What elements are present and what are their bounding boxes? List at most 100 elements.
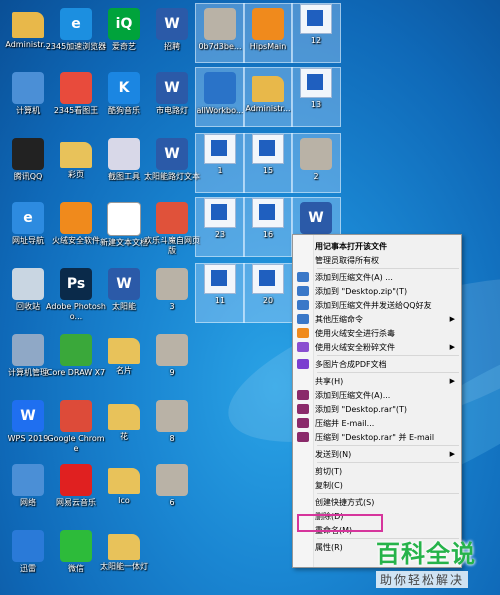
desktop-icon-label: 20 bbox=[262, 296, 274, 305]
desktop-icon[interactable]: 计算机 bbox=[4, 68, 52, 126]
desktop-icon[interactable]: HipsMain bbox=[243, 3, 293, 63]
desktop-icon[interactable]: Core DRAW X7 bbox=[47, 330, 105, 388]
desktop-icon[interactable]: W 太阳能路灯文本 bbox=[144, 134, 200, 192]
context-menu-item[interactable]: 创建快捷方式(S) bbox=[293, 495, 461, 509]
context-menu-item-label: 创建快捷方式(S) bbox=[315, 497, 375, 507]
watermark-title: 百科全说 bbox=[376, 540, 476, 568]
desktop-icon-label: 8 bbox=[169, 434, 175, 443]
desktop-icon[interactable]: 3 bbox=[148, 264, 196, 322]
desktop-icon[interactable]: 9 bbox=[148, 330, 196, 388]
context-menu-item[interactable]: 添加到 "Desktop.zip"(T) bbox=[293, 284, 461, 298]
context-menu-item-label: 复制(C) bbox=[315, 480, 343, 490]
desktop-icon[interactable]: 0b7d3be... bbox=[195, 3, 245, 63]
context-menu-item[interactable]: 剪切(T) bbox=[293, 464, 461, 478]
folder-icon bbox=[108, 468, 140, 494]
context-menu-item[interactable]: 压缩到 "Desktop.rar" 并 E-mail bbox=[293, 430, 461, 444]
desktop-icon[interactable]: 20 bbox=[243, 263, 293, 323]
photo-viewer-icon bbox=[60, 72, 92, 104]
archive-icon bbox=[297, 286, 309, 296]
desktop-icon[interactable]: 1 bbox=[195, 133, 245, 193]
context-menu-item[interactable]: 压缩并 E-mail... bbox=[293, 416, 461, 430]
desktop-icon[interactable]: 15 bbox=[243, 133, 293, 193]
word-doc-icon: W bbox=[108, 268, 140, 300]
context-menu-item[interactable]: 管理员取得所有权 bbox=[293, 253, 461, 267]
context-menu-item[interactable]: 添加到压缩文件(A)... bbox=[293, 388, 461, 402]
desktop-icon[interactable]: 截图工具 bbox=[100, 134, 148, 192]
desktop-icon[interactable]: e 网址导航 bbox=[4, 198, 52, 256]
context-menu-item[interactable]: 复制(C) bbox=[293, 478, 461, 492]
desktop-icon[interactable]: allWorkbo... bbox=[195, 67, 245, 127]
context-menu-item-label: 发送到(N) bbox=[315, 449, 352, 459]
network-icon bbox=[12, 464, 44, 496]
image-thumb-icon bbox=[156, 268, 188, 300]
desktop-icon[interactable]: 微信 bbox=[52, 526, 100, 584]
wechat-icon bbox=[60, 530, 92, 562]
context-menu-item[interactable]: 共享(H) ▶ bbox=[293, 374, 461, 388]
desktop-icon[interactable]: 腾讯QQ bbox=[4, 134, 52, 192]
context-menu-item[interactable]: 添加到 "Desktop.rar"(T) bbox=[293, 402, 461, 416]
qq-icon bbox=[12, 138, 44, 170]
rar-icon bbox=[297, 404, 309, 414]
fire-shield-icon bbox=[252, 8, 284, 40]
desktop-icon[interactable]: 彩页 bbox=[52, 134, 100, 192]
context-menu-item[interactable]: 其他压缩命令 ▶ bbox=[293, 312, 461, 326]
desktop-icon[interactable]: 计算机管理 bbox=[4, 330, 52, 388]
context-menu-item[interactable]: 用记事本打开该文件 bbox=[293, 239, 461, 253]
doc-thumb-icon bbox=[204, 264, 236, 294]
context-menu-item[interactable]: 使用火绒安全粉碎文件 ▶ bbox=[293, 340, 461, 354]
folder-icon bbox=[60, 142, 92, 168]
desktop-icon[interactable]: 13 bbox=[291, 67, 341, 127]
browser-icon: e bbox=[60, 8, 92, 40]
desktop-icon[interactable]: Administr... bbox=[4, 4, 52, 62]
desktop-icon[interactable]: 花 bbox=[100, 396, 148, 454]
menu-item-blank-icon bbox=[297, 241, 309, 251]
desktop-icon[interactable]: 12 bbox=[291, 3, 341, 63]
context-menu-item-label: 共享(H) bbox=[315, 376, 344, 386]
word-doc-icon: W bbox=[156, 72, 188, 104]
desktop-icon[interactable]: 网易云音乐 bbox=[52, 460, 100, 518]
desktop-icon[interactable]: 欢乐斗魔自网页版 bbox=[144, 198, 200, 256]
desktop-icon[interactable]: 23 bbox=[195, 197, 245, 257]
menu-item-blank-icon bbox=[297, 480, 309, 490]
context-menu-item[interactable]: 发送到(N) ▶ bbox=[293, 447, 461, 461]
desktop-icon[interactable]: 太阳能一体灯 bbox=[100, 526, 148, 584]
desktop-icon[interactable]: K 酷狗音乐 bbox=[100, 68, 148, 126]
archive-icon bbox=[297, 314, 309, 324]
desktop-icon[interactable]: e 2345加速浏览器 bbox=[46, 4, 106, 62]
desktop-icon[interactable]: 网络 bbox=[4, 460, 52, 518]
desktop-icon[interactable]: 6 bbox=[148, 460, 196, 518]
doc-thumb-icon bbox=[252, 198, 284, 228]
desktop-icon[interactable]: 8 bbox=[148, 396, 196, 454]
desktop-icon-label: 16 bbox=[262, 230, 274, 239]
desktop-icon[interactable]: 名片 bbox=[100, 330, 148, 388]
desktop-icon[interactable]: 16 bbox=[243, 197, 293, 257]
context-menu-item[interactable]: 添加到压缩文件(A) ... bbox=[293, 270, 461, 284]
image-thumb-icon bbox=[300, 138, 332, 170]
desktop-icon[interactable]: Ico bbox=[100, 460, 148, 518]
archive-icon bbox=[297, 300, 309, 310]
desktop-icon[interactable]: Google Chrome bbox=[47, 396, 105, 454]
context-menu-item[interactable]: 多图片合成PDF文档 bbox=[293, 357, 461, 371]
desktop-icon[interactable]: Administr... bbox=[243, 67, 293, 127]
context-menu-item-label: 添加到压缩文件(A) ... bbox=[315, 272, 393, 282]
desktop-icon[interactable]: W 市电路灯 bbox=[148, 68, 196, 126]
netease-music-icon bbox=[60, 464, 92, 496]
menu-item-blank-icon bbox=[297, 449, 309, 459]
desktop-icon[interactable]: 迅雷 bbox=[4, 526, 52, 584]
delete-highlight-box bbox=[297, 514, 383, 532]
desktop-icon[interactable]: 2 bbox=[291, 133, 341, 193]
menu-item-blank-icon bbox=[297, 542, 309, 552]
context-menu-item[interactable]: 添加到压缩文件并发送给QQ好友 bbox=[293, 298, 461, 312]
context-menu-item[interactable]: 使用火绒安全进行杀毒 bbox=[293, 326, 461, 340]
desktop-icon[interactable]: Ps Adobe Photosho... bbox=[46, 264, 106, 322]
desktop-icon-label: 太阳能一体灯 bbox=[100, 562, 148, 571]
menu-separator bbox=[317, 462, 459, 463]
desktop-icon[interactable]: W 招聘 bbox=[148, 4, 196, 62]
desktop-icon[interactable]: iQ 爱奇艺 bbox=[100, 4, 148, 62]
desktop-icon[interactable]: W 太阳能 bbox=[100, 264, 148, 322]
huorong-icon bbox=[60, 202, 92, 234]
desktop-icon[interactable]: 2345看图王 bbox=[52, 68, 100, 126]
folder-user-icon bbox=[12, 12, 44, 38]
desktop-icon-label: 12 bbox=[310, 36, 322, 45]
desktop-icon[interactable]: 11 bbox=[195, 263, 245, 323]
